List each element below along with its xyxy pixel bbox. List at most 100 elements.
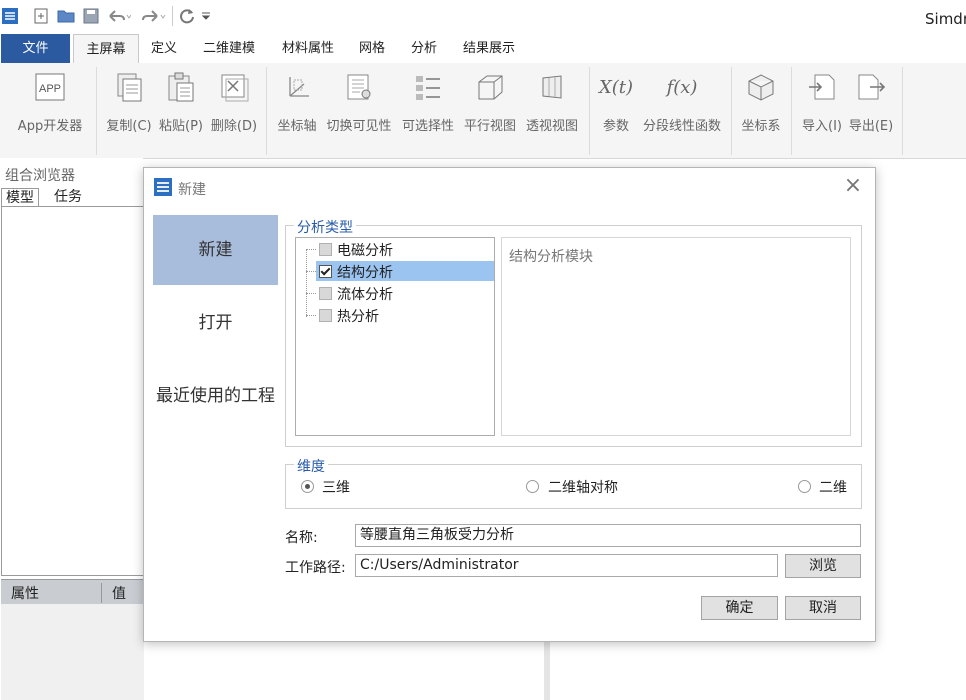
- parallel-view-icon: [474, 71, 506, 103]
- axis-button[interactable]: 坐标轴: [274, 63, 320, 158]
- toggle-visibility-button[interactable]: 切换可见性: [324, 63, 394, 158]
- nav-recent-projects[interactable]: 最近使用的工程: [153, 361, 278, 431]
- refresh-icon[interactable]: [178, 7, 196, 25]
- app-developer-label: App开发器: [17, 119, 83, 134]
- value-column-header: 值: [101, 583, 126, 603]
- nav-new[interactable]: 新建: [153, 215, 278, 285]
- function-icon-text: f(x): [666, 76, 698, 98]
- delete-label: 删除(D): [210, 119, 258, 134]
- combo-browser-panel: 组合浏览器 模型 任务 属性 值: [0, 158, 145, 700]
- tree-item-electromagnetic[interactable]: 电磁分析: [296, 238, 494, 260]
- ribbon-separator: [731, 67, 732, 155]
- analysis-type-group: 分析类型 电磁分析 结构分析 流体分析 热分析 结构分析模块: [285, 217, 862, 447]
- dialog-title: 新建: [178, 182, 206, 198]
- tab-material-properties[interactable]: 材料属性: [275, 34, 341, 63]
- copy-label: 复制(C): [106, 119, 152, 134]
- coordinate-system-button[interactable]: 坐标系: [738, 63, 784, 158]
- new-file-icon[interactable]: [32, 7, 50, 25]
- radio-3d-label[interactable]: 三维: [322, 477, 350, 497]
- tree-item-label: 热分析: [337, 309, 379, 325]
- tree-item-label: 结构分析: [337, 265, 393, 281]
- paste-icon: [165, 71, 197, 103]
- radio-2d-axisymmetric-label[interactable]: 二维轴对称: [548, 477, 618, 497]
- tab-home[interactable]: 主屏幕: [73, 34, 139, 65]
- delete-icon: [218, 71, 250, 103]
- app-developer-button[interactable]: APP App开发器: [14, 63, 86, 158]
- perspective-view-button[interactable]: 透视视图: [523, 63, 581, 158]
- structural-checkbox[interactable]: [319, 265, 332, 278]
- new-project-dialog: 新建 × 新建 打开 最近使用的工程 分析类型 电磁分析 结构分析 流体分析 热…: [143, 167, 876, 642]
- app-icon: APP: [34, 71, 66, 103]
- dimension-title: 维度: [294, 456, 328, 476]
- property-column-header: 属性: [11, 586, 39, 602]
- property-table-body: [1, 604, 144, 700]
- perspective-view-label: 透视视图: [525, 119, 578, 134]
- tree-connector: [306, 315, 316, 316]
- copy-icon: [113, 71, 145, 103]
- paste-button[interactable]: 粘贴(P): [157, 63, 205, 158]
- tab-define[interactable]: 定义: [142, 34, 186, 63]
- tree-item-structural[interactable]: 结构分析: [296, 260, 494, 282]
- radio-2d-axisymmetric[interactable]: [526, 480, 539, 493]
- analysis-type-title: 分析类型: [294, 217, 356, 237]
- radio-2d-label[interactable]: 二维: [819, 477, 847, 497]
- tree-connector: [306, 293, 316, 294]
- ribbon-separator: [96, 67, 97, 155]
- model-tree-area[interactable]: [1, 206, 145, 576]
- import-icon: [806, 71, 838, 103]
- app-title: Simdroid: [925, 10, 966, 28]
- work-path-label: 工作路径:: [285, 560, 346, 576]
- close-icon[interactable]: ×: [843, 175, 863, 197]
- name-label: 名称:: [285, 530, 318, 546]
- toolbar-separator: [172, 6, 173, 26]
- visibility-icon: [343, 71, 375, 103]
- tree-item-fluid[interactable]: 流体分析: [296, 282, 494, 304]
- tab-2d-modeling[interactable]: 二维建模: [196, 34, 262, 63]
- tab-model[interactable]: 模型: [1, 188, 39, 207]
- browse-button[interactable]: 浏览: [785, 554, 861, 578]
- project-name-input[interactable]: 等腰直角三角板受力分析: [355, 524, 861, 547]
- dialog-logo-icon: [153, 177, 173, 201]
- tab-mesh[interactable]: 网格: [352, 34, 392, 63]
- nav-open[interactable]: 打开: [153, 288, 278, 358]
- parameters-button[interactable]: X(t) 参数: [596, 63, 636, 158]
- piecewise-function-label: 分段线性函数: [642, 119, 721, 134]
- dimension-group: 维度 三维 二维轴对称 二维: [285, 456, 862, 509]
- tab-analysis[interactable]: 分析: [404, 34, 444, 63]
- delete-button[interactable]: 删除(D): [209, 63, 259, 158]
- save-icon[interactable]: [82, 7, 100, 25]
- import-button[interactable]: 导入(I): [798, 63, 846, 158]
- open-folder-icon[interactable]: [57, 7, 75, 25]
- copy-button[interactable]: 复制(C): [104, 63, 154, 158]
- export-button[interactable]: 导出(E): [848, 63, 894, 158]
- customize-toolbar-icon[interactable]: [200, 7, 212, 25]
- ok-button[interactable]: 确定: [701, 596, 778, 620]
- tree-item-thermal[interactable]: 热分析: [296, 304, 494, 326]
- selectability-button[interactable]: 可选择性: [399, 63, 457, 158]
- tab-results[interactable]: 结果展示: [455, 34, 523, 63]
- fluid-checkbox[interactable]: [319, 287, 332, 300]
- perspective-view-icon: [536, 71, 568, 103]
- radio-3d[interactable]: [301, 480, 314, 493]
- thermal-checkbox[interactable]: [319, 309, 332, 322]
- undo-icon[interactable]: [106, 7, 132, 25]
- parameters-label: 参数: [602, 119, 629, 134]
- radio-2d[interactable]: [798, 480, 811, 493]
- export-icon: [855, 71, 887, 103]
- tab-file[interactable]: 文件: [1, 34, 70, 63]
- coordinate-system-label: 坐标系: [741, 119, 781, 134]
- tab-task[interactable]: 任务: [50, 188, 86, 206]
- function-icon: f(x): [666, 71, 698, 103]
- piecewise-function-button[interactable]: f(x) 分段线性函数: [640, 63, 724, 158]
- selectability-label: 可选择性: [401, 119, 454, 134]
- parallel-view-button[interactable]: 平行视图: [461, 63, 519, 158]
- redo-icon[interactable]: [141, 7, 167, 25]
- electromagnetic-checkbox[interactable]: [319, 243, 332, 256]
- main-area-divider[interactable]: [544, 640, 550, 700]
- ribbon-separator: [902, 67, 903, 155]
- cancel-button[interactable]: 取消: [785, 596, 861, 620]
- ribbon-toolbar: APP App开发器 复制(C) 粘贴(P) 删除(D) 坐标轴 切换可见性 可…: [0, 63, 966, 159]
- axis-label: 坐标轴: [277, 119, 317, 134]
- work-path-input[interactable]: C:/Users/Administrator: [355, 554, 778, 577]
- tree-item-label: 流体分析: [337, 287, 393, 303]
